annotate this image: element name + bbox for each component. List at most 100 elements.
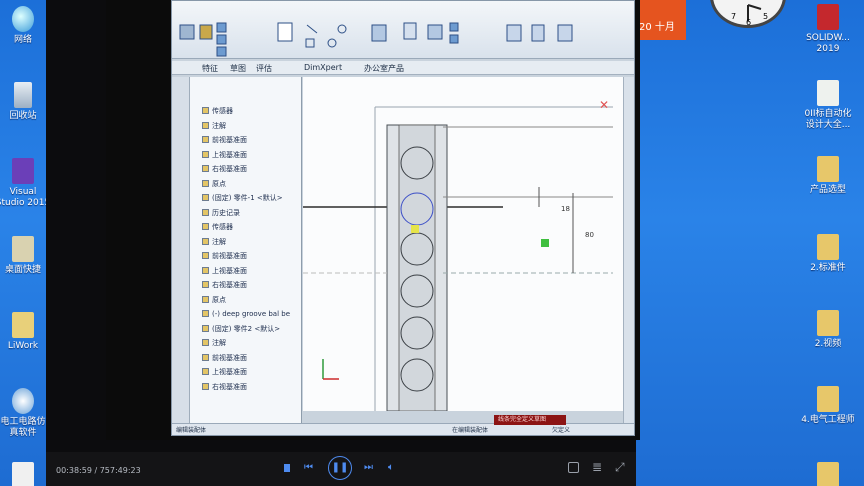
desktop-icon-partial[interactable] — [0, 462, 51, 486]
assembly-drawing: 18 80 ✕ — [303, 98, 613, 412]
desktop-icon-design-book[interactable]: 0II标自动化 设计大全... — [800, 80, 856, 131]
feature-tree-item[interactable]: 注解 — [202, 237, 226, 247]
feature-tree-item[interactable]: 原点 — [202, 295, 226, 305]
feature-tree-label: (固定) 零件-1 <默认> — [212, 194, 283, 202]
feature-icon — [202, 136, 209, 143]
feature-icon — [202, 368, 209, 375]
video-player[interactable]: 特征 草图 评估 DimXpert 办公室产品 传感器 注解 前视基准面 上视基准面右… — [46, 0, 640, 486]
settings-icon[interactable]: ≣ — [592, 460, 602, 474]
screenshot-icon[interactable] — [568, 462, 579, 473]
folder-icon — [817, 386, 839, 412]
feature-tree-item[interactable]: 上视基准面 — [202, 150, 247, 160]
feature-tree-label: 原点 — [212, 295, 226, 304]
tab-bar: 特征 草图 评估 DimXpert 办公室产品 — [172, 61, 634, 75]
feature-icon — [202, 339, 209, 346]
feature-tree-item[interactable]: 上视基准面 — [202, 266, 247, 276]
desktop-icon-standard-parts[interactable]: 2.标准件 — [800, 234, 856, 274]
feature-icon — [202, 179, 209, 187]
status-definition: 欠定义 — [552, 427, 571, 434]
feature-tree-item[interactable]: 上视基准面 — [202, 368, 247, 377]
feature-icon — [202, 295, 209, 303]
feature-tree-item[interactable]: (-) deep groove bal be — [202, 310, 290, 319]
feature-icon — [202, 121, 209, 129]
shortcut-icon — [12, 236, 34, 262]
play-pause-button[interactable]: ❚❚ — [328, 456, 352, 480]
desktop-icon-liwork[interactable]: LiWork — [0, 312, 51, 352]
feature-tree-item[interactable]: 传感器 — [202, 223, 233, 232]
feature-tree-label: 上视基准面 — [212, 266, 247, 275]
feature-tree-label: (-) deep groove bal be — [212, 310, 290, 318]
feature-tree-item[interactable]: 原点 — [202, 179, 226, 189]
document-icon — [12, 312, 34, 338]
feature-icon — [202, 310, 209, 317]
tab-features[interactable]: 特征 — [202, 63, 218, 74]
feature-tree-label: 上视基准面 — [212, 368, 247, 376]
next-button[interactable]: ⏭ — [364, 462, 373, 474]
feature-tree-label: 传感器 — [212, 223, 233, 231]
feature-tree-item[interactable]: 注解 — [202, 121, 226, 131]
previous-button[interactable]: ⏮ — [304, 462, 313, 474]
desktop-icon-solidworks[interactable]: SOLIDW... 2019 — [800, 4, 856, 55]
volume-icon[interactable]: 🔈︎ — [388, 462, 394, 474]
status-coords: 在编辑装配体 — [452, 427, 489, 434]
tab-evaluate[interactable]: 评估 — [256, 63, 272, 74]
clock-widget[interactable]: 7 5 6 — [710, 0, 786, 28]
feature-tree-item[interactable]: 右视基准面 — [202, 281, 247, 290]
playback-time: 00:38:59 / 757:49:23 — [56, 466, 141, 475]
feature-icon — [202, 252, 209, 259]
fullscreen-icon[interactable]: ⤢ — [615, 460, 625, 474]
feature-tree-label: 原点 — [212, 179, 226, 188]
feature-tree-item[interactable]: 前视基准面 — [202, 353, 247, 363]
tab-dimxpert[interactable]: DimXpert — [304, 63, 342, 72]
feature-tree-label: 右视基准面 — [212, 281, 247, 289]
feature-icon — [202, 324, 209, 332]
feature-icon — [202, 237, 209, 245]
network-icon — [12, 6, 34, 32]
feature-tree-label: 前视基准面 — [212, 353, 247, 362]
feature-tree-label: 注解 — [212, 339, 226, 347]
graphics-area[interactable]: 18 80 ✕ — [303, 77, 623, 412]
desktop-icon-videos[interactable]: 2.视频 — [800, 310, 856, 350]
desktop-icon-shortcut[interactable]: 桌面快捷 — [0, 236, 51, 276]
dimension-b[interactable]: 80 — [585, 231, 594, 239]
status-left: 编辑装配体 — [176, 427, 207, 434]
svg-text:5: 5 — [763, 12, 768, 21]
feature-tree-label: 注解 — [212, 237, 226, 246]
folder-icon — [817, 156, 839, 182]
visual-studio-icon — [12, 158, 34, 184]
feature-tree-item[interactable]: (固定) 零件2 <默认> — [202, 324, 280, 334]
desktop-icon-network[interactable]: 网络 — [0, 6, 51, 46]
desktop-icon-visual-studio[interactable]: Visual Studio 2015 — [0, 158, 51, 209]
feature-icon — [202, 281, 209, 288]
feature-tree-item[interactable]: 前视基准面 — [202, 136, 247, 145]
feature-tree-item[interactable]: 前视基准面 — [202, 252, 247, 261]
stop-button[interactable] — [284, 464, 290, 472]
task-pane-strip — [623, 77, 634, 423]
feature-tree-item[interactable]: 历史记录 — [202, 208, 240, 218]
tab-sketch[interactable]: 草图 — [230, 63, 246, 74]
desktop-icon-electrical[interactable]: 4.电气工程师 — [800, 386, 856, 426]
feature-tree-item[interactable]: 右视基准面 — [202, 382, 247, 392]
tab-office[interactable]: 办公室产品 — [364, 63, 404, 74]
svg-text:7: 7 — [731, 12, 736, 21]
video-frame: 特征 草图 评估 DimXpert 办公室产品 传感器 注解 前视基准面 上视基准面右… — [106, 0, 640, 440]
clock-face-icon: 7 5 6 — [731, 4, 768, 27]
desktop-icon-partial-right[interactable] — [800, 462, 856, 486]
dimension-a[interactable]: 18 — [561, 205, 570, 213]
desktop-icon-recycle-bin[interactable]: 回收站 — [0, 82, 51, 122]
feature-icon — [202, 223, 209, 230]
feature-tree-label: 历史记录 — [212, 208, 240, 217]
desktop-icon-circuit-sim[interactable]: 电工电路仿 真软件 — [0, 388, 51, 439]
feature-tree-item[interactable]: 传感器 — [202, 107, 233, 116]
desktop-icon-product-select[interactable]: 产品选型 — [800, 156, 856, 196]
feature-tree-item[interactable]: 右视基准面 — [202, 165, 247, 174]
status-tooltip: 线条完全定义草图 — [494, 415, 566, 425]
feature-icon — [202, 107, 209, 114]
left-toolbar — [172, 77, 190, 423]
feature-tree-item[interactable]: (固定) 零件-1 <默认> — [202, 194, 283, 203]
date-widget[interactable]: 20 十月 — [636, 0, 686, 40]
circuit-sim-icon — [12, 388, 34, 414]
recycle-bin-icon — [14, 82, 32, 108]
feature-icon — [202, 194, 209, 201]
feature-tree-item[interactable]: 注解 — [202, 339, 226, 348]
